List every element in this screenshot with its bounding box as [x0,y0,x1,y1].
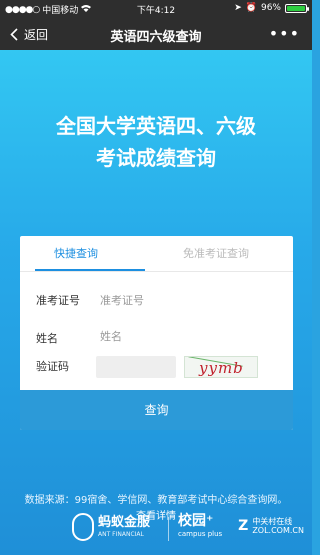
battery-icon [285,3,309,13]
name-label: 姓名 [36,332,58,345]
ant-financial-logo: 蚂蚁金服 ANT FINANCIAL [72,513,150,541]
captcha-text: yymb [199,359,244,377]
alarm-icon: ⏰ [245,3,257,13]
hero-title-line2: 考试成绩查询 [96,146,216,170]
ticket-number-input[interactable]: 准考证号 [100,292,144,308]
zol-text-cn: 中关村在线 [252,517,293,526]
ticket-number-label: 准考证号 [36,294,80,307]
captcha-input[interactable] [96,356,176,378]
zol-mark: Z [238,518,249,534]
captcha-label: 验证码 [36,360,69,373]
captcha-image[interactable]: yymb [184,356,258,378]
campus-plus-logo: 校园⁺ campus plus [178,513,222,539]
campus-logo-cn: 校园⁺ [178,513,214,529]
more-menu-button[interactable]: ••• [269,24,300,43]
query-button[interactable]: 查询 [20,390,293,430]
ant-icon [72,513,94,541]
battery-percentage: 96% [260,3,281,13]
hero-headline: 全国大学英语四、六级 考试成绩查询 [0,112,312,172]
active-tab-indicator [35,269,145,271]
logo-divider [168,517,169,541]
ant-logo-cn: 蚂蚁金服 [98,515,151,530]
hero-section: 全国大学英语四、六级 考试成绩查询 快捷查询 免准考证查询 准考证号 准考证号 … [0,50,312,555]
page-title: 英语四六级查询 [110,30,202,45]
status-bar: ●●●●○ 中国移动 下午4:12 ➤ ⏰ 96% [0,0,312,18]
location-icon: ➤ [234,3,242,13]
zol-text-en: ZOL.COM.CN [252,526,304,535]
query-form-card: 快捷查询 免准考证查询 准考证号 准考证号 姓名 姓名 验证码 yymb 查询 [20,236,293,430]
zol-logo: Z 中关村在线 ZOL.COM.CN [238,517,304,535]
tab-no-ticket-query[interactable]: 免准考证查询 [183,245,249,261]
query-tabs: 快捷查询 免准考证查询 [20,236,293,272]
partner-logos: 蚂蚁金服 ANT FINANCIAL 校园⁺ campus plus Z 中关村… [0,505,312,551]
navigation-bar: 返回 英语四六级查询 ••• [0,18,312,50]
campus-logo-en: campus plus [178,530,223,538]
hero-title-line1: 全国大学英语四、六级 [56,114,256,138]
ant-logo-en: ANT FINANCIAL [98,531,144,538]
name-input[interactable]: 姓名 [100,328,122,344]
tab-quick-query[interactable]: 快捷查询 [54,245,98,261]
